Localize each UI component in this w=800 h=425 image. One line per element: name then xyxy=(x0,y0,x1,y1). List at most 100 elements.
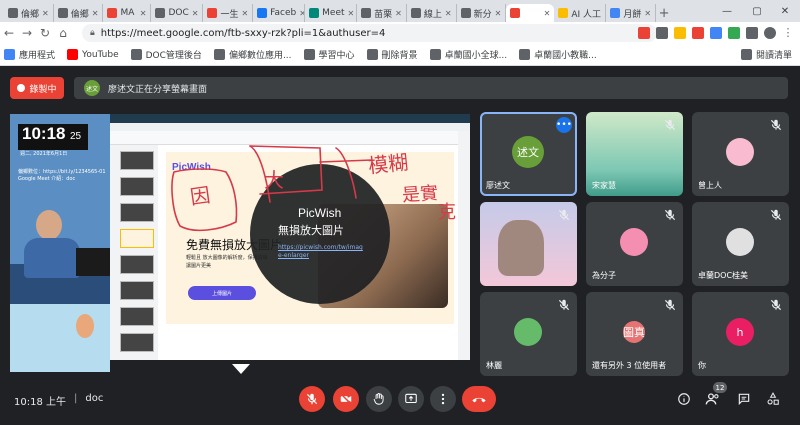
bookmark-item[interactable]: 刪除背景 xyxy=(366,48,418,61)
tab-favicon-icon xyxy=(309,8,320,18)
browser-tab[interactable]: MA ✕ xyxy=(103,4,152,22)
meeting-details[interactable]: 10:18 上午 | doc xyxy=(14,393,103,408)
handwritten-note-2: 大 xyxy=(264,168,284,192)
present-icon xyxy=(405,393,417,404)
bookmark-icon xyxy=(429,49,441,60)
new-tab-button[interactable]: + xyxy=(656,4,672,22)
handwritten-note-5: 克 xyxy=(438,202,456,223)
tab-close-icon[interactable]: ✕ xyxy=(348,9,355,18)
browser-tab[interactable]: Meet ✕ xyxy=(305,4,358,22)
browser-tab[interactable]: 苗栗 ✕ xyxy=(357,4,407,22)
browser-tab[interactable]: 倫鄉 ✕ xyxy=(4,4,54,22)
menu-kebab-icon[interactable]: ⋮ xyxy=(782,27,794,39)
browser-tab[interactable]: Faceb✕ xyxy=(253,4,306,22)
tab-title: Faceb xyxy=(270,8,297,18)
home-icon[interactable]: ⌂ xyxy=(54,22,72,44)
meeting-time: 10:18 上午 xyxy=(14,397,66,408)
participant-tile[interactable]: h你 xyxy=(692,292,789,376)
participant-tile[interactable]: 宋家慧 xyxy=(586,112,683,196)
raise-hand-button[interactable] xyxy=(366,386,392,412)
bookmark-item[interactable]: 卓蘭國小全球... xyxy=(429,48,507,61)
tab-close-icon[interactable]: ✕ xyxy=(241,9,248,18)
muted-mic-icon xyxy=(770,209,782,221)
tab-favicon-icon xyxy=(510,8,521,18)
browser-tab[interactable]: ✕ xyxy=(506,4,555,22)
browser-tab[interactable]: AI 人工✕ xyxy=(554,4,607,22)
handwriting-annotation xyxy=(171,145,373,232)
hand-icon xyxy=(373,392,384,405)
extension-blue-icon[interactable] xyxy=(710,27,722,39)
leave-call-button[interactable] xyxy=(462,386,496,412)
participant-tile[interactable]: 圖真 還有另外 3 位使用者 xyxy=(586,292,683,376)
chat-button[interactable] xyxy=(735,390,753,408)
browser-tab[interactable]: DOC ✕ xyxy=(151,4,204,22)
more-options-button[interactable] xyxy=(430,386,456,412)
participant-name: 林麗 xyxy=(486,361,502,370)
tab-close-icon[interactable]: ✕ xyxy=(495,9,502,18)
more-vert-icon xyxy=(441,393,445,405)
meeting-info-button[interactable] xyxy=(675,390,693,408)
more-options-icon[interactable]: ••• xyxy=(556,117,572,133)
minimize-window-button[interactable]: — xyxy=(712,0,742,22)
camera-in-use-icon[interactable] xyxy=(638,27,650,39)
tab-close-icon[interactable]: ✕ xyxy=(445,9,452,18)
browser-tab[interactable]: 新分 ✕ xyxy=(457,4,507,22)
lock-icon: 🔒︎ xyxy=(90,28,95,38)
back-icon[interactable]: ← xyxy=(0,22,18,44)
url-field[interactable]: 🔒︎ https://meet.google.com/ftb-sxxy-rzk?… xyxy=(82,24,657,42)
participant-name: 你 xyxy=(698,361,706,370)
tab-title: 苗栗 xyxy=(374,9,393,20)
participant-tile[interactable] xyxy=(480,202,577,286)
participant-tile[interactable]: 述文 ••• 廖述文 xyxy=(480,112,577,196)
camera-off-button[interactable] xyxy=(333,386,359,412)
tab-favicon-icon xyxy=(610,8,621,18)
participant-tile[interactable]: 林麗 xyxy=(480,292,577,376)
tab-close-icon[interactable]: ✕ xyxy=(644,9,651,18)
puzzle-icon[interactable] xyxy=(746,27,758,39)
tab-favicon-icon xyxy=(207,8,218,18)
present-screen-button[interactable] xyxy=(398,386,424,412)
participant-tile[interactable]: 卓蘭DOC桂美 xyxy=(692,202,789,286)
star-icon[interactable] xyxy=(674,27,686,39)
browser-tab[interactable]: 倫鄉 ✕ xyxy=(54,4,104,22)
browser-tab[interactable]: 線上 ✕ xyxy=(407,4,457,22)
tab-close-icon[interactable]: ✕ xyxy=(544,9,551,18)
reload-icon[interactable]: ↻ xyxy=(36,22,54,44)
tab-close-icon[interactable]: ✕ xyxy=(92,9,99,18)
participant-tile[interactable]: 曾上人 xyxy=(692,112,789,196)
bookmark-item[interactable]: 應用程式 xyxy=(4,48,55,61)
tab-close-icon[interactable]: ✕ xyxy=(140,9,147,18)
bookmark-item[interactable]: 偏鄉數位應用... xyxy=(213,48,292,61)
browser-tab[interactable]: 月餅 ✕ xyxy=(606,4,657,22)
tab-close-icon[interactable]: ✕ xyxy=(395,9,402,18)
maximize-window-button[interactable]: ▢ xyxy=(742,0,772,22)
bookmark-icon xyxy=(4,49,15,60)
browser-tab-strip: 倫鄉✕倫鄉✕MA✕DOC✕一生✕Faceb✕Meet✕苗栗✕線上✕新分✕✕AI … xyxy=(0,0,800,22)
bookmark-item[interactable]: YouTube xyxy=(67,49,119,60)
reading-list-button[interactable]: 閱讀清單 xyxy=(740,48,792,61)
share-icon[interactable] xyxy=(656,27,668,39)
tab-close-icon[interactable]: ✕ xyxy=(192,9,199,18)
profile-avatar[interactable] xyxy=(764,27,776,39)
tab-favicon-icon xyxy=(361,8,372,18)
participant-name: 為分子 xyxy=(592,271,616,280)
clock-date: 週二, 2021年6月1日 xyxy=(20,151,68,157)
close-window-button[interactable]: ✕ xyxy=(770,0,800,22)
tab-title: 線上 xyxy=(423,9,442,20)
shared-browser-window: PicWish 免費無損放大圖片 輕鬆且 放大圖像的解析度，保持清晰 讓圖片更美… xyxy=(110,114,470,372)
tab-close-icon[interactable]: ✕ xyxy=(42,9,49,18)
browser-tab[interactable]: 一生 ✕ xyxy=(203,4,254,22)
recording-badge[interactable]: 錄製中 xyxy=(10,77,64,99)
bookmark-item[interactable]: DOC管理後台 xyxy=(130,48,202,61)
activities-button[interactable] xyxy=(764,390,782,408)
participant-tile[interactable]: 為分子 xyxy=(586,202,683,286)
participant-avatar xyxy=(620,228,648,256)
mic-off-button[interactable] xyxy=(299,386,325,412)
bookmark-item[interactable]: 學習中心 xyxy=(303,48,355,61)
participant-avatar xyxy=(726,228,754,256)
extension-red-icon[interactable] xyxy=(692,27,704,39)
extension-green-icon[interactable] xyxy=(728,27,740,39)
forward-icon[interactable]: → xyxy=(18,22,36,44)
participant-name: 卓蘭DOC桂美 xyxy=(698,271,749,280)
bookmark-item[interactable]: 卓蘭國小教職... xyxy=(519,48,597,61)
